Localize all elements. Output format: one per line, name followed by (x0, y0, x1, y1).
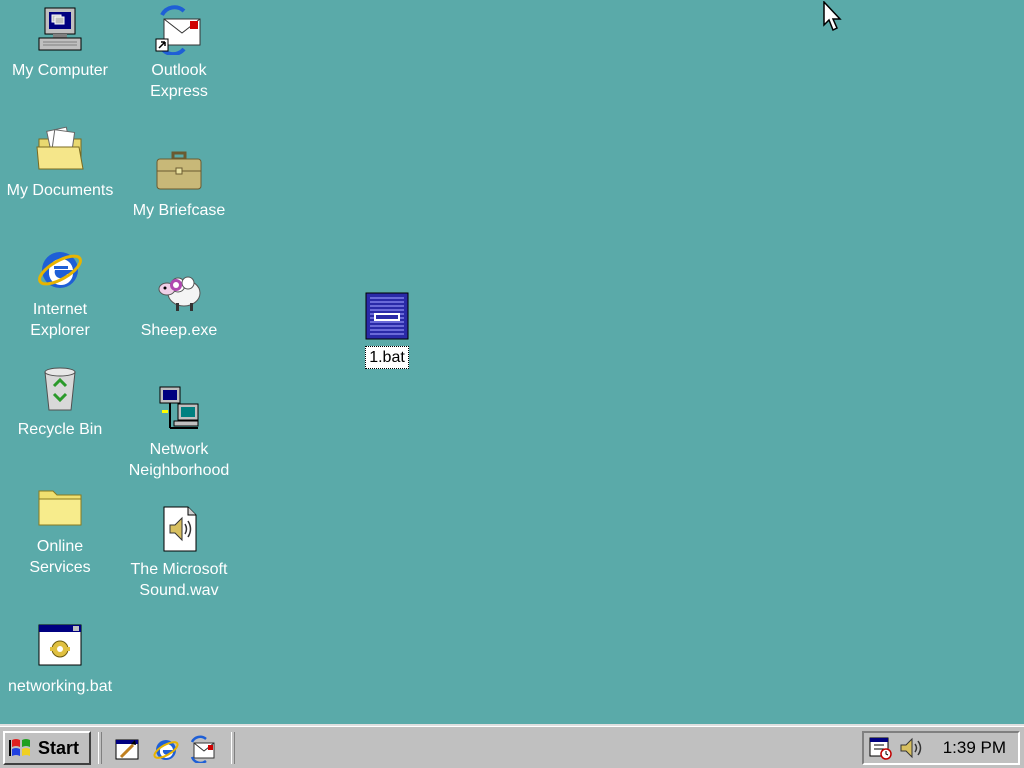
start-label: Start (38, 737, 80, 758)
desktop-icon-label: My Computer (11, 62, 109, 79)
desktop-icon-label: Network Neighborhood (128, 441, 230, 479)
desktop-icon-outlook-express[interactable]: Outlook Express (119, 4, 239, 102)
desktop-icon-network-neighborhood[interactable]: Network Neighborhood (119, 383, 239, 481)
recycle-bin-icon (34, 363, 86, 415)
desktop-icon-label: My Briefcase (132, 202, 226, 219)
batch-file-icon (34, 620, 86, 672)
briefcase-icon (153, 144, 205, 196)
scheduler-icon[interactable] (868, 735, 894, 761)
taskbar-grip[interactable] (231, 732, 235, 764)
start-button[interactable]: Start (3, 731, 91, 765)
desktop-icon-my-documents[interactable]: My Documents (0, 124, 120, 201)
desktop-icon-microsoft-sound[interactable]: The Microsoft Sound.wav (119, 503, 239, 601)
desktop-icon-label: My Documents (6, 182, 114, 199)
desktop-icon-label: networking.bat (7, 678, 113, 695)
quick-launch-grip[interactable] (98, 732, 102, 764)
volume-icon[interactable] (898, 735, 924, 761)
internet-explorer-icon (34, 243, 86, 295)
desktop-icon-networking-bat[interactable]: networking.bat (0, 620, 120, 697)
computer-icon (34, 4, 86, 56)
outlook-express-icon (153, 4, 205, 56)
documents-folder-icon (34, 124, 86, 176)
desktop-icon-sheep-exe[interactable]: Sheep.exe (119, 264, 239, 341)
folder-icon (34, 480, 86, 532)
mouse-cursor-icon (823, 1, 842, 32)
desktop-icon-online-services[interactable]: Online Services (0, 480, 120, 578)
desktop-icon-recycle-bin[interactable]: Recycle Bin (0, 363, 120, 440)
desktop[interactable]: My Computer My Documents Internet Explor… (0, 0, 1024, 724)
sheep-icon (153, 264, 205, 316)
network-icon (153, 383, 205, 435)
desktop-icon-label: The Microsoft Sound.wav (130, 561, 228, 599)
show-desktop-icon[interactable] (113, 735, 141, 763)
dos-file-icon (361, 290, 413, 342)
taskbar: Start 1:39 PM (0, 724, 1024, 768)
outlook-express-icon[interactable] (189, 735, 217, 765)
desktop-icon-internet-explorer[interactable]: Internet Explorer (0, 243, 120, 341)
desktop-icon-label: Sheep.exe (140, 322, 218, 339)
clock[interactable]: 1:39 PM (943, 738, 1006, 758)
system-tray: 1:39 PM (862, 731, 1020, 765)
desktop-icon-label: 1.bat (365, 346, 409, 369)
desktop-icon-label: Internet Explorer (30, 301, 90, 339)
desktop-icon-1-bat[interactable]: 1.bat (327, 290, 447, 369)
desktop-icon-label: Outlook Express (150, 62, 208, 100)
desktop-icon-my-computer[interactable]: My Computer (0, 4, 120, 81)
internet-explorer-icon[interactable] (152, 735, 180, 763)
windows-logo-icon (9, 739, 30, 756)
desktop-icon-label: Recycle Bin (17, 421, 103, 438)
desktop-icon-my-briefcase[interactable]: My Briefcase (119, 144, 239, 221)
desktop-icon-label: Online Services (29, 538, 91, 576)
sound-file-icon (153, 503, 205, 555)
